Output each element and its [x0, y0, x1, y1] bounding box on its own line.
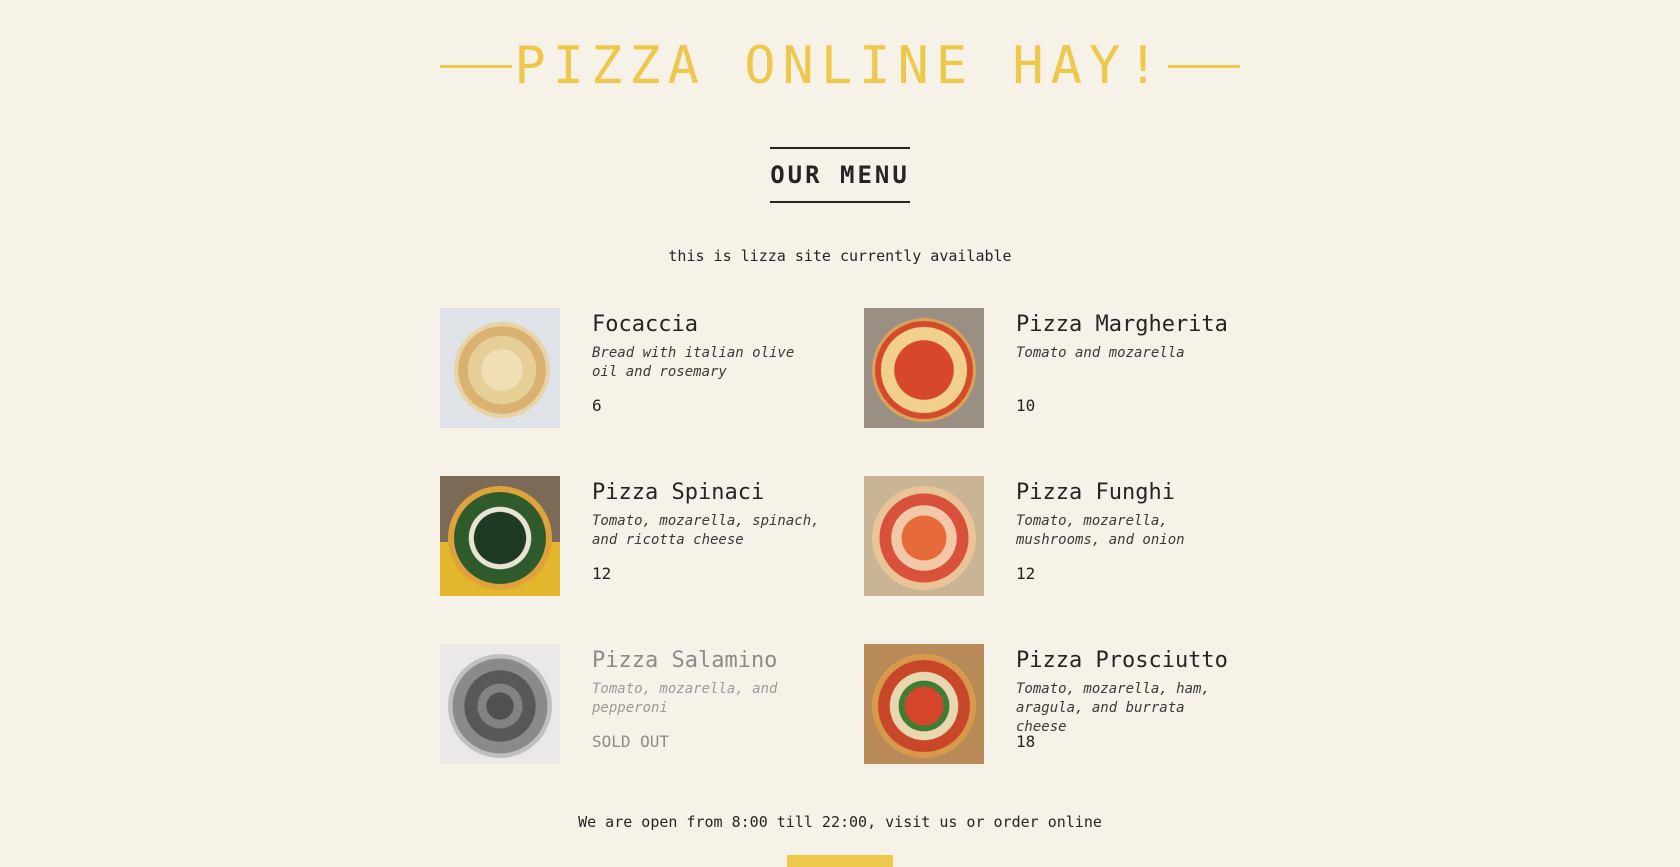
pizza-funghi-photo: [864, 476, 984, 596]
pizza-salamino-photo: [440, 644, 560, 764]
pizza-spinaci-photo: [440, 476, 560, 596]
header-rule-left: [440, 64, 513, 68]
menu-item-price: 12: [1016, 564, 1036, 583]
menu-item-name: Pizza Margherita: [1016, 312, 1228, 337]
menu-item-pizza-funghi[interactable]: Pizza Funghi Tomato, mozarella, mushroom…: [864, 476, 1240, 596]
site-title: PIZZA ONLINE HAY!: [514, 36, 1166, 96]
menu-grid: Focaccia Bread with italian olive oil an…: [440, 308, 1240, 764]
menu-item-description: Tomato, mozarella, spinach, and ricotta …: [592, 513, 820, 548]
menu-heading: OUR MENU: [770, 147, 910, 203]
menu-item-price: 12: [592, 564, 612, 583]
sold-out-label: SOLD OUT: [592, 732, 670, 751]
header-rule-right: [1167, 64, 1240, 68]
focaccia-photo: [440, 308, 560, 428]
opening-hours: We are open from 8:00 till 22:00, visit …: [578, 813, 1102, 831]
menu-item-focaccia[interactable]: Focaccia Bread with italian olive oil an…: [440, 308, 864, 428]
menu-item-description: Tomato, mozarella, ham, aragula, and bur…: [1016, 681, 1210, 735]
menu-item-description: Bread with italian olive oil and rosemar…: [592, 345, 795, 380]
menu-item-price: 6: [592, 396, 602, 415]
menu-item-price: 10: [1016, 396, 1036, 415]
menu-item-pizza-prosciutto[interactable]: Pizza Prosciutto Tomato, mozarella, ham,…: [864, 644, 1240, 764]
menu-intro: this is lizza site currently available: [668, 247, 1012, 265]
menu-item-name: Pizza Prosciutto: [1016, 648, 1228, 673]
menu-item-price: 18: [1016, 732, 1036, 751]
menu-item-name: Focaccia: [592, 312, 698, 337]
menu-item-name: Pizza Spinaci: [592, 480, 765, 505]
menu-item-pizza-salamino[interactable]: Pizza Salamino Tomato, mozarella, and pe…: [440, 644, 864, 764]
menu-item-name: Pizza Funghi: [1016, 480, 1175, 505]
menu-item-description: Tomato and mozarella: [1016, 345, 1185, 361]
order-button[interactable]: [787, 855, 893, 867]
site-header: PIZZA ONLINE HAY!: [440, 36, 1240, 96]
menu-item-pizza-spinaci[interactable]: Pizza Spinaci Tomato, mozarella, spinach…: [440, 476, 864, 596]
menu-item-description: Tomato, mozarella, mushrooms, and onion: [1016, 513, 1185, 548]
pizza-prosciutto-photo: [864, 644, 984, 764]
pizza-margherita-photo: [864, 308, 984, 428]
menu-item-name: Pizza Salamino: [592, 648, 778, 673]
menu-item-pizza-margherita[interactable]: Pizza Margherita Tomato and mozarella 10: [864, 308, 1240, 428]
menu-item-description: Tomato, mozarella, and pepperoni: [592, 681, 778, 716]
